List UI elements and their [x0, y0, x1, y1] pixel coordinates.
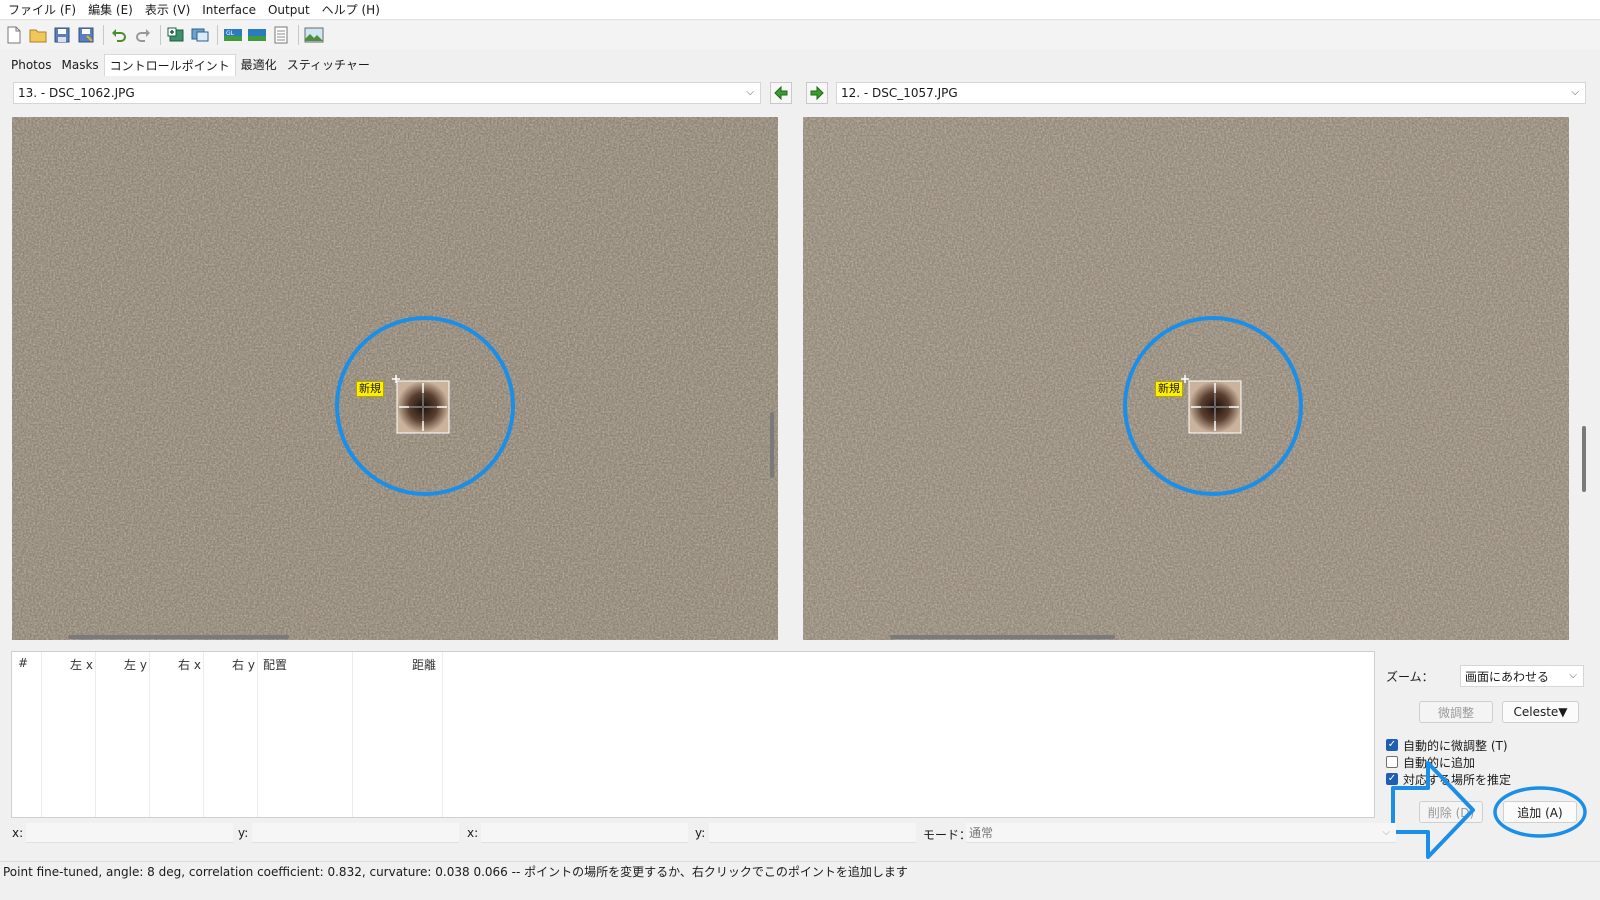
menu-interface[interactable]: Interface: [196, 0, 262, 20]
tab-optimizer[interactable]: 最適化: [236, 54, 282, 76]
chevron-down-icon: ⌵: [1382, 827, 1390, 838]
menu-view[interactable]: 表示 (V): [139, 0, 196, 20]
left-y-label: y:: [238, 826, 249, 840]
left-image-select[interactable]: 13. - DSC_1062.JPG ⌵: [13, 82, 761, 104]
zoom-select-value: 画面にあわせる: [1465, 669, 1550, 684]
right-image-view[interactable]: 新規: [803, 117, 1569, 640]
fast-preview-icon[interactable]: [246, 24, 268, 46]
column-header-left-y[interactable]: 左 y: [124, 656, 147, 673]
menu-file[interactable]: ファイル (F): [2, 0, 82, 20]
tab-stitcher[interactable]: スティッチャー: [282, 54, 375, 76]
panorama-preview-icon[interactable]: [303, 24, 325, 46]
preview-gl-icon[interactable]: GL: [222, 24, 244, 46]
column-divider: [203, 652, 204, 817]
celeste-button[interactable]: Celeste▼: [1502, 701, 1579, 723]
chevron-down-icon: ⌵: [1569, 670, 1577, 681]
prev-image-button[interactable]: [770, 82, 792, 104]
column-divider: [442, 652, 443, 817]
column-header-index[interactable]: #: [18, 656, 28, 670]
right-x-label: x:: [467, 826, 479, 840]
control-point-marker[interactable]: [1181, 375, 1242, 434]
toolbar-separator: [160, 25, 161, 45]
column-divider: [352, 652, 353, 817]
project-list-icon[interactable]: [270, 24, 292, 46]
mode-select[interactable]: 通常 ⌵: [966, 823, 1396, 843]
auto-fine-tune-label: 自動的に微調整 (T): [1403, 738, 1508, 753]
open-project-icon[interactable]: [27, 24, 49, 46]
column-header-distance[interactable]: 距離: [412, 656, 436, 673]
align-images-icon[interactable]: [189, 24, 211, 46]
zoom-label: ズーム：: [1386, 670, 1434, 684]
right-y-field[interactable]: [709, 823, 916, 843]
save-icon[interactable]: [51, 24, 73, 46]
new-point-label: 新規: [356, 381, 384, 397]
right-y-label: y:: [695, 826, 706, 840]
tab-control-points[interactable]: コントロールポイント: [103, 54, 236, 76]
right-horizontal-scrollbar[interactable]: [890, 635, 1115, 639]
menu-help[interactable]: ヘルプ (H): [316, 0, 386, 20]
left-x-field[interactable]: [26, 823, 233, 843]
control-point-marker[interactable]: [392, 375, 450, 434]
column-header-right-y[interactable]: 右 y: [232, 656, 255, 673]
annotation-arrow: [1391, 761, 1587, 859]
add-images-icon[interactable]: [165, 24, 187, 46]
right-x-field[interactable]: [481, 823, 688, 843]
column-header-right-x[interactable]: 右 x: [178, 656, 201, 673]
status-bar: Point fine-tuned, angle: 8 deg, correlat…: [0, 861, 1600, 882]
menu-edit[interactable]: 編集 (E): [82, 0, 139, 20]
right-image-select-value: 12. - DSC_1057.JPG: [841, 86, 958, 100]
toolbar-separator: [103, 25, 104, 45]
fine-tune-button[interactable]: 微調整: [1419, 701, 1493, 723]
undo-icon[interactable]: [108, 24, 130, 46]
mode-select-value: 通常: [969, 826, 994, 840]
left-image-view[interactable]: 新規: [12, 117, 778, 640]
column-header-left-x[interactable]: 左 x: [70, 656, 93, 673]
next-image-button[interactable]: [806, 82, 828, 104]
mode-label: モード：: [923, 828, 972, 842]
auto-fine-tune-checkbox[interactable]: ✓ 自動的に微調整 (T): [1386, 737, 1508, 753]
save-as-icon[interactable]: [75, 24, 97, 46]
right-vertical-scrollbar[interactable]: [1582, 426, 1586, 492]
tab-bar: Photos Masks コントロールポイント 最適化 スティッチャー: [6, 54, 375, 76]
toolbar-separator: [217, 25, 218, 45]
left-x-label: x:: [12, 826, 24, 840]
left-horizontal-scrollbar[interactable]: [68, 635, 289, 639]
chevron-down-icon: ⌵: [746, 87, 754, 98]
tab-photos[interactable]: Photos: [6, 54, 56, 76]
arrow-right-icon: [810, 86, 824, 100]
column-divider: [41, 652, 42, 817]
right-image-select[interactable]: 12. - DSC_1057.JPG ⌵: [836, 82, 1586, 104]
checkbox-checked-icon: ✓: [1386, 739, 1398, 751]
column-divider: [257, 652, 258, 817]
zoom-select[interactable]: 画面にあわせる ⌵: [1460, 665, 1584, 687]
new-point-label: 新規: [1155, 381, 1183, 397]
toolbar-separator: [298, 25, 299, 45]
left-y-field[interactable]: [252, 823, 459, 843]
redo-icon[interactable]: [132, 24, 154, 46]
arrow-left-icon: [774, 86, 788, 100]
tab-masks[interactable]: Masks: [56, 54, 103, 76]
chevron-down-icon: ⌵: [1571, 87, 1579, 98]
svg-text:GL: GL: [226, 30, 235, 37]
column-header-alignment[interactable]: 配置: [263, 656, 287, 673]
left-vertical-scrollbar[interactable]: [770, 412, 774, 478]
menu-output[interactable]: Output: [262, 0, 316, 20]
column-divider: [149, 652, 150, 817]
new-project-icon[interactable]: [3, 24, 25, 46]
column-divider: [95, 652, 96, 817]
toolbar: GL: [0, 21, 1600, 49]
left-image-select-value: 13. - DSC_1062.JPG: [18, 86, 135, 100]
control-point-table[interactable]: # 左 x 左 y 右 x 右 y 配置 距離: [11, 651, 1375, 818]
menu-bar: ファイル (F) 編集 (E) 表示 (V) Interface Output …: [0, 0, 1600, 20]
